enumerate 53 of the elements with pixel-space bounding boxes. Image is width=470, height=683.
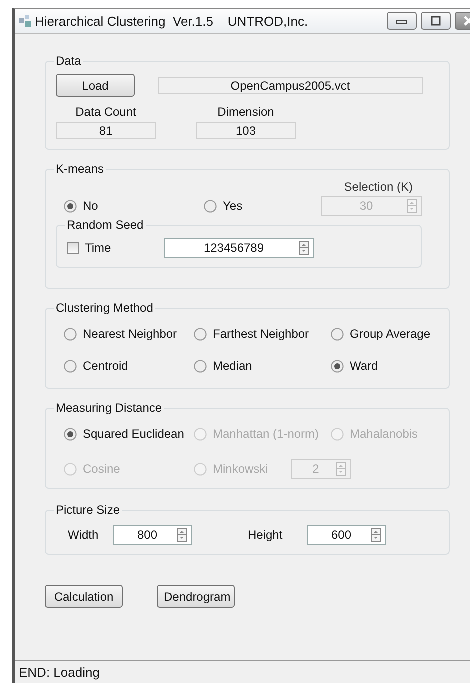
radio-label: Cosine: [83, 462, 120, 476]
action-button[interactable]: Dendrogram: [157, 585, 235, 608]
group-title: K-means: [55, 162, 106, 176]
radio-label: Manhattan (1-norm): [213, 427, 320, 441]
number-spin-field[interactable]: 600: [307, 525, 386, 545]
spin-arrows-icon[interactable]: [299, 241, 309, 255]
field-label: Width: [68, 528, 100, 542]
checkbox[interactable]: [67, 242, 79, 254]
spin-arrows-icon[interactable]: [177, 528, 187, 542]
group-title: Picture Size: [55, 503, 122, 517]
radio-button[interactable]: [194, 360, 207, 372]
field-label: Data Count: [76, 105, 136, 119]
field-label: Dimension: [218, 105, 274, 119]
radio-label: Group Average: [350, 327, 431, 341]
radio-label: Median: [213, 359, 252, 373]
status-text: END: Loading: [19, 664, 100, 680]
load-button[interactable]: Load: [56, 74, 135, 97]
radio-label: Nearest Neighbor: [83, 327, 178, 341]
radio-label: Yes: [223, 199, 243, 213]
radio-button[interactable]: [331, 360, 344, 372]
action-button[interactable]: Calculation: [45, 585, 123, 608]
app-icon: [19, 15, 31, 27]
checkbox-label: Time: [85, 241, 112, 255]
dimension-field: 103: [196, 122, 296, 139]
field-label: Selection (K): [344, 180, 413, 194]
radio-button[interactable]: [64, 328, 77, 340]
radio-label: Ward: [350, 359, 378, 373]
number-spin-field[interactable]: 123456789: [164, 238, 314, 258]
radio-button[interactable]: [64, 200, 77, 212]
radio-label: No: [83, 199, 98, 213]
group-title: Random Seed: [66, 218, 145, 232]
radio-button[interactable]: [194, 328, 207, 340]
group-title: Data: [55, 54, 82, 68]
radio-button[interactable]: [64, 428, 77, 440]
file-name-field: OpenCampus2005.vct: [158, 77, 423, 94]
group-title: Measuring Distance: [55, 401, 164, 415]
radio-label: Centroid: [83, 359, 128, 373]
radio-button[interactable]: [331, 328, 344, 340]
radio-button[interactable]: [204, 200, 217, 212]
radio-label: Farthest Neighbor: [213, 327, 310, 341]
radio-label: Minkowski: [213, 462, 268, 476]
data-count-field: 81: [56, 122, 156, 139]
window-title: Hierarchical Clustering Ver.1.5 UNTROD,Inc.: [35, 14, 310, 28]
radio-label: Mahalanobis: [350, 427, 418, 441]
maximize-button[interactable]: [421, 12, 451, 30]
maximize-icon: [430, 16, 442, 26]
radio-button[interactable]: [64, 360, 77, 372]
radio-label: Squared Euclidean: [83, 427, 184, 441]
number-spin-field[interactable]: 800: [113, 525, 192, 545]
spin-arrows-icon[interactable]: [371, 528, 381, 542]
field-label: Height: [248, 528, 284, 542]
minimize-button[interactable]: [387, 12, 417, 30]
group-title: Clustering Method: [55, 301, 154, 315]
